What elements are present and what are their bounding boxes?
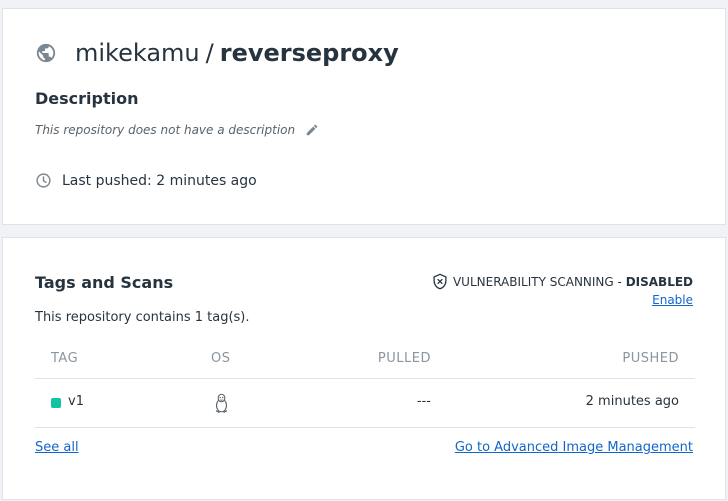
scan-label: VULNERABILITY SCANNING (452, 274, 614, 289)
tags-and-scans-card: Tags and Scans VULNERABILITY SCANNING - … (2, 237, 726, 500)
description-text: This repository does not have a descript… (35, 123, 296, 137)
column-header-os: OS (211, 351, 231, 366)
description-heading: Description (35, 89, 139, 108)
last-pushed: Last pushed: 2 minutes ago (35, 172, 257, 189)
tag-name[interactable]: v1 (68, 394, 84, 409)
repository-info-card: mikekamu / reverseproxy Description This… (2, 8, 726, 225)
repository-title: mikekamu / reverseproxy (35, 39, 399, 67)
clock-icon (35, 172, 52, 189)
column-header-tag: TAG (51, 351, 79, 366)
scan-state: DISABLED (625, 274, 693, 289)
last-pushed-text: Last pushed: 2 minutes ago (62, 172, 257, 189)
shield-x-icon (432, 273, 448, 290)
scan-separator: - (613, 274, 626, 289)
column-header-pushed: PUSHED (622, 351, 679, 366)
tags-heading: Tags and Scans (35, 273, 174, 292)
pulled-value: --- (416, 394, 431, 409)
advanced-image-management-link[interactable]: Go to Advanced Image Management (455, 440, 693, 455)
tag-count-text: This repository contains 1 tag(s). (35, 310, 250, 325)
table-divider (35, 427, 695, 428)
title-separator: / (205, 39, 214, 67)
enable-scanning-link[interactable]: Enable (432, 293, 693, 307)
repository-owner[interactable]: mikekamu (75, 39, 200, 67)
tag-status-dot (51, 398, 61, 408)
repository-name: reverseproxy (219, 39, 399, 67)
linux-icon (213, 393, 230, 413)
column-header-pulled: PULLED (377, 351, 431, 366)
table-row: v1 --- 2 minutes ago (35, 379, 695, 427)
globe-icon (35, 42, 57, 64)
vulnerability-scanning-status: VULNERABILITY SCANNING - DISABLED Enable (432, 273, 693, 307)
pencil-icon[interactable] (305, 122, 319, 136)
tags-table-header: TAG OS PULLED PUSHED (35, 351, 695, 379)
see-all-link[interactable]: See all (35, 440, 79, 455)
pushed-value: 2 minutes ago (585, 394, 679, 409)
